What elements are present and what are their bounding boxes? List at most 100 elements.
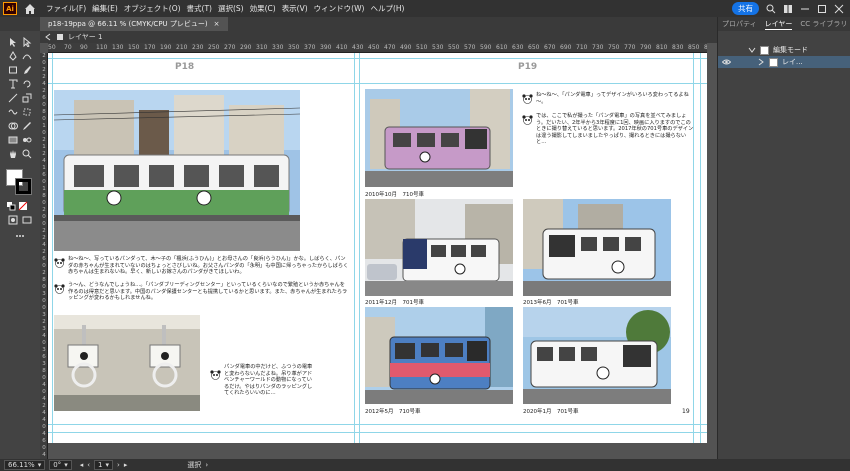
ruler-tick-label: 6 — [42, 438, 46, 444]
horizontal-ruler[interactable]: 50 70 90 110 130 150 170 190 210 230 250 270 290 310 3… — [48, 43, 707, 53]
left-paragraph-2[interactable]: う～ん、どうなんでしょうね…。「パンダブリーディングセンター」といっているくらい… — [68, 282, 350, 302]
guide-line[interactable] — [48, 432, 707, 433]
menu-view[interactable]: 表示(V) — [279, 3, 311, 14]
canvas[interactable]: P18 P19 ね～ね～、写っているパンダって、木～子の「楓浜(ふうひん)」とお… — [48, 53, 707, 459]
chevron-right-icon[interactable]: › — [205, 461, 208, 469]
ruler-tick-label: 610 — [496, 44, 508, 51]
ruler-tick-label: 4 — [42, 382, 46, 388]
guide-line[interactable] — [48, 424, 707, 425]
menu-type[interactable]: 書式(T) — [184, 3, 215, 14]
artboard-field[interactable]: 1 ▾ — [94, 460, 114, 470]
layer-row-isolation[interactable]: 編集モード — [718, 44, 850, 56]
tab-cc-libraries[interactable]: CC ライブラリ — [800, 19, 847, 29]
none-color-icon[interactable] — [18, 201, 28, 211]
status-bar: 66.11% ▾ 0° ▾ ◂ ‹ 1 ▾ › ▸ 選択 › — [0, 459, 850, 471]
tram-photo-main[interactable] — [54, 90, 300, 251]
rotation-field[interactable]: 0° ▾ — [49, 460, 72, 470]
guide-line[interactable] — [52, 53, 53, 443]
screen-mode-icon[interactable] — [22, 215, 32, 225]
guide-line[interactable] — [693, 53, 694, 443]
menu-edit[interactable]: 編集(E) — [89, 3, 121, 14]
workspace-icon[interactable] — [783, 4, 793, 14]
layer-back-icon[interactable] — [44, 33, 52, 41]
tab-properties[interactable]: プロパティ — [722, 19, 757, 29]
share-button[interactable]: 共有 — [732, 2, 759, 15]
scale-tool-icon[interactable] — [22, 93, 32, 103]
chevron-down-icon[interactable]: ▾ — [38, 461, 42, 469]
home-icon[interactable] — [23, 2, 37, 16]
direct-selection-tool-icon[interactable] — [22, 37, 32, 47]
left-paragraph-3[interactable]: パンダ電車の中だけど、ふつうの電車と変わらないんだよね。吊り革がアドベンチャーワ… — [224, 364, 316, 397]
vertical-ruler[interactable]: 2022426080102124160180200224260280300323… — [40, 53, 48, 459]
ruler-tick-label: 850 — [688, 44, 700, 51]
next-artboard-icon[interactable]: › — [117, 461, 120, 469]
guide-line[interactable] — [48, 83, 707, 84]
selection-tool-icon[interactable] — [8, 37, 18, 47]
warp-tool-icon[interactable] — [8, 107, 18, 117]
artboard-spread[interactable]: P18 P19 ね～ね～、写っているパンダって、木～子の「楓浜(ふうひん)」とお… — [48, 53, 707, 443]
right-paragraph-1[interactable]: ね～ね～、「パンダ電車」ってデザインがいろいろ変わってるよね～。 — [536, 92, 696, 105]
pen-tool-icon[interactable] — [8, 51, 18, 61]
type-tool-icon[interactable] — [8, 79, 18, 89]
zoom-tool-icon[interactable] — [22, 149, 32, 159]
menu-select[interactable]: 選択(S) — [215, 3, 247, 14]
chevron-down-icon[interactable]: ▾ — [64, 461, 68, 469]
guide-line[interactable] — [700, 53, 701, 443]
guide-line[interactable] — [359, 53, 360, 443]
close-tab-icon[interactable]: × — [214, 20, 220, 28]
guide-line[interactable] — [354, 53, 355, 443]
curvature-tool-icon[interactable] — [22, 51, 32, 61]
ruler-tick-label: 390 — [320, 44, 332, 51]
tram-strap-photo[interactable] — [54, 315, 200, 411]
document-tab[interactable]: p18-19ppa @ 66.11 % (CMYK/CPU プレビュー) × — [40, 17, 228, 31]
menu-object[interactable]: オブジェクト(O) — [121, 3, 184, 14]
more-tools-icon[interactable] — [15, 231, 25, 241]
prev-artboard-icon[interactable]: ‹ — [87, 461, 90, 469]
chevron-right-icon[interactable] — [757, 58, 765, 66]
eyedropper-tool-icon[interactable] — [22, 121, 32, 131]
tram-photo-2013[interactable] — [523, 199, 671, 296]
shape-builder-tool-icon[interactable] — [8, 121, 18, 131]
zoom-field[interactable]: 66.11% ▾ — [4, 460, 46, 470]
default-colors-icon[interactable] — [6, 201, 16, 211]
ruler-tick-label: 750 — [608, 44, 620, 51]
eye-icon[interactable] — [722, 58, 731, 66]
hand-tool-icon[interactable] — [8, 149, 18, 159]
last-artboard-icon[interactable]: ▸ — [124, 461, 128, 469]
stroke-color-swatch[interactable] — [15, 178, 32, 195]
minimize-icon[interactable] — [800, 4, 810, 14]
tram-photo-2020[interactable] — [523, 307, 671, 404]
layer-row-selected[interactable]: レイ... — [718, 56, 850, 68]
tab-layers[interactable]: レイヤー — [764, 19, 793, 30]
maximize-icon[interactable] — [817, 4, 827, 14]
chevron-down-icon[interactable]: ▾ — [106, 461, 110, 469]
ruler-tick-label: 2 — [42, 151, 46, 157]
free-transform-tool-icon[interactable] — [22, 107, 32, 117]
blend-tool-icon[interactable] — [22, 135, 32, 145]
guide-line[interactable] — [48, 58, 707, 59]
left-paragraph-1[interactable]: ね～ね～、写っているパンダって、木～子の「楓浜(ふうひん)」とお母さんの「良浜(… — [68, 256, 350, 276]
ruler-tick-label: 4 — [42, 410, 46, 416]
rectangle-tool-icon[interactable] — [8, 65, 18, 75]
tram-photo-2011[interactable] — [365, 199, 513, 296]
ruler-tick-label: 0 — [42, 179, 46, 185]
right-paragraph-2[interactable]: では、ここで私が撮った「パンダ電車」の写真を並べてみましょう。だいたい、2年半か… — [536, 113, 696, 146]
draw-mode-icon[interactable] — [8, 215, 18, 225]
menu-file[interactable]: ファイル(F) — [43, 3, 89, 14]
gradient-tool-icon[interactable] — [8, 135, 18, 145]
menu-effect[interactable]: 効果(C) — [247, 3, 279, 14]
search-icon[interactable] — [766, 4, 776, 14]
ruler-tick-label: 8 — [42, 368, 46, 374]
line-tool-icon[interactable] — [8, 93, 18, 103]
close-window-icon[interactable] — [834, 4, 844, 14]
tram-photo-2010[interactable] — [365, 89, 513, 187]
chevron-down-icon[interactable] — [748, 46, 756, 54]
ruler-tick-label: 2 — [42, 88, 46, 94]
paintbrush-tool-icon[interactable] — [22, 65, 32, 75]
layer-breadcrumb-label[interactable]: レイヤー 1 — [68, 32, 102, 42]
menu-window[interactable]: ウィンドウ(W) — [311, 3, 368, 14]
menu-help[interactable]: ヘルプ(H) — [367, 3, 407, 14]
first-artboard-icon[interactable]: ◂ — [80, 461, 84, 469]
tram-photo-2012[interactable] — [365, 307, 513, 404]
rotate-tool-icon[interactable] — [22, 79, 32, 89]
